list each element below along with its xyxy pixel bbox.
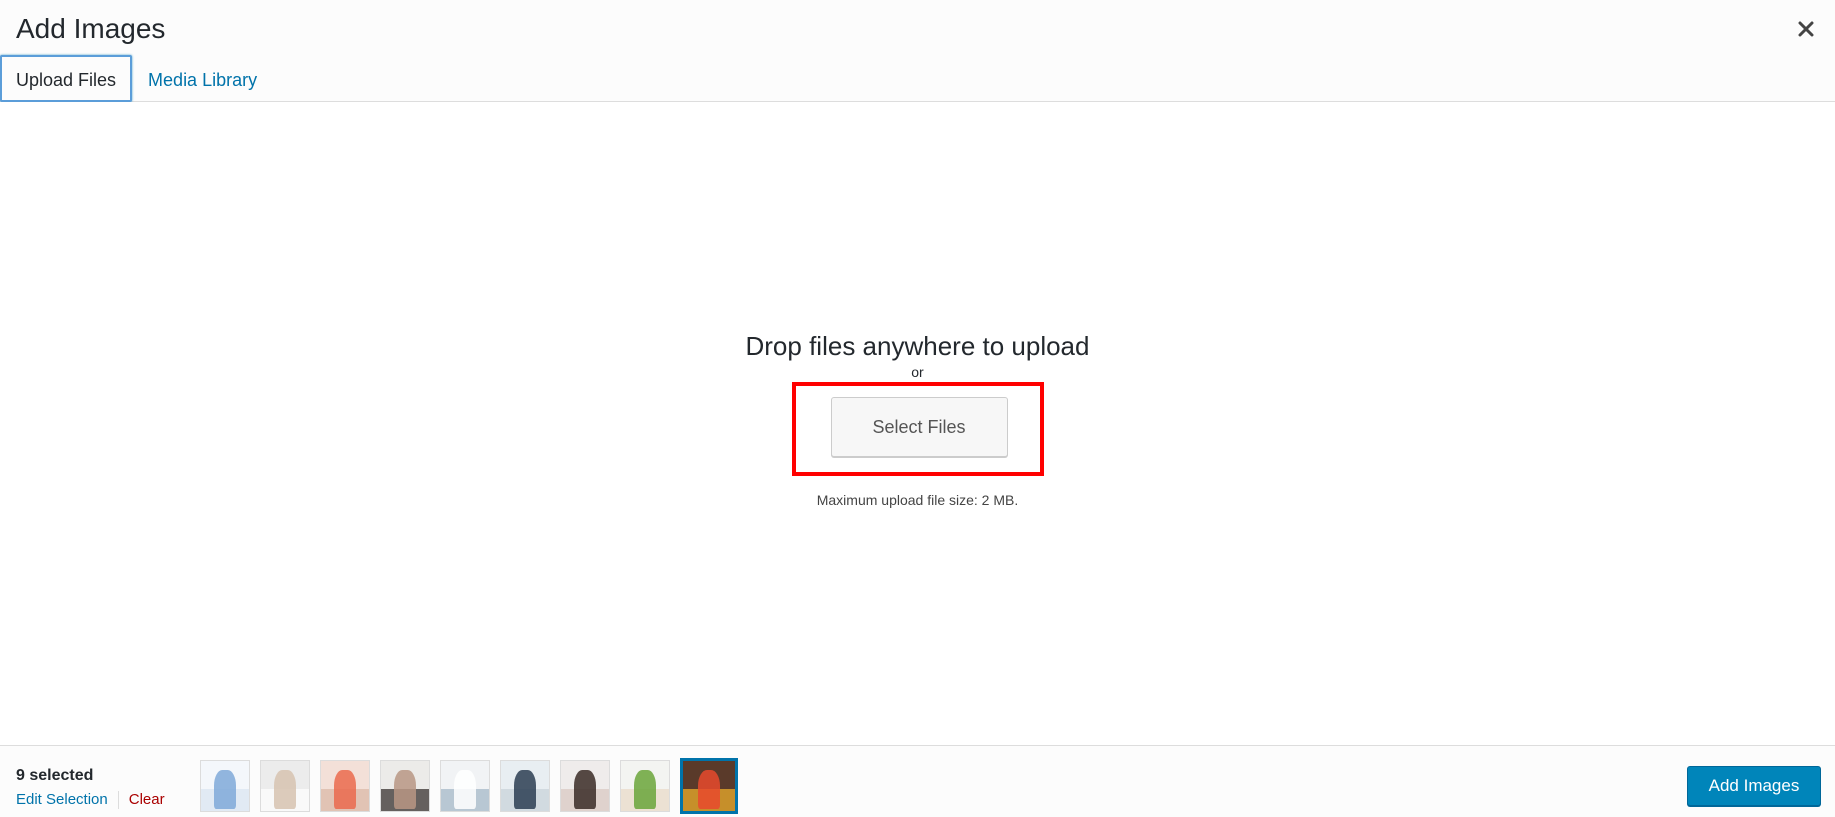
thumb-fruits[interactable] — [680, 758, 738, 814]
thumb-neck-pain[interactable] — [380, 760, 430, 812]
max-upload-size: Maximum upload file size: 2 MB. — [816, 492, 1019, 508]
thumb-women-white[interactable] — [260, 760, 310, 812]
edit-selection-link[interactable]: Edit Selection — [16, 791, 119, 809]
add-images-modal: Add Images Upload Files Media Library Dr… — [0, 0, 1835, 817]
selection-thumbnails — [200, 758, 738, 814]
thumb-figure — [394, 770, 416, 809]
selection-info: 9 selected Edit Selection Clear — [16, 766, 165, 809]
thumb-figure — [634, 770, 656, 809]
close-icon — [1798, 21, 1814, 37]
close-button[interactable] — [1791, 14, 1821, 44]
drop-files-text: Drop files anywhere to upload — [745, 331, 1090, 361]
thumb-figure — [574, 770, 596, 809]
highlight-frame: Select Files — [791, 382, 1044, 476]
thumb-figure — [697, 770, 721, 809]
upload-instructions: Drop files anywhere to upload or Select … — [0, 328, 1835, 510]
thumb-doctor-patient[interactable] — [440, 760, 490, 812]
media-toolbar: 9 selected Edit Selection Clear Add Imag… — [0, 745, 1835, 817]
add-images-button[interactable]: Add Images — [1687, 766, 1821, 806]
modal-header: Add Images Upload Files Media Library — [0, 0, 1835, 102]
selection-count: 9 selected — [16, 767, 94, 784]
thumb-figure — [454, 770, 476, 809]
tab-media-library[interactable]: Media Library — [132, 55, 273, 102]
thumb-figure — [334, 770, 356, 809]
thumb-woman-sitting[interactable] — [560, 760, 610, 812]
clear-selection-link[interactable]: Clear — [119, 791, 165, 809]
thumb-figure — [214, 770, 236, 809]
thumb-food-woman[interactable] — [620, 760, 670, 812]
thumb-bed-man[interactable] — [500, 760, 550, 812]
thumb-diagram[interactable] — [200, 760, 250, 812]
thumb-figure — [514, 770, 536, 809]
upload-area[interactable]: Drop files anywhere to upload or Select … — [0, 102, 1835, 746]
thumb-figure — [274, 770, 296, 809]
thumb-back-pain[interactable] — [320, 760, 370, 812]
modal-title: Add Images — [16, 13, 166, 44]
select-files-button[interactable]: Select Files — [830, 397, 1008, 457]
tab-upload-files[interactable]: Upload Files — [0, 55, 133, 102]
selection-links: Edit Selection Clear — [16, 791, 165, 809]
or-text: or — [911, 364, 924, 380]
tab-bar: Upload Files Media Library — [0, 55, 273, 102]
